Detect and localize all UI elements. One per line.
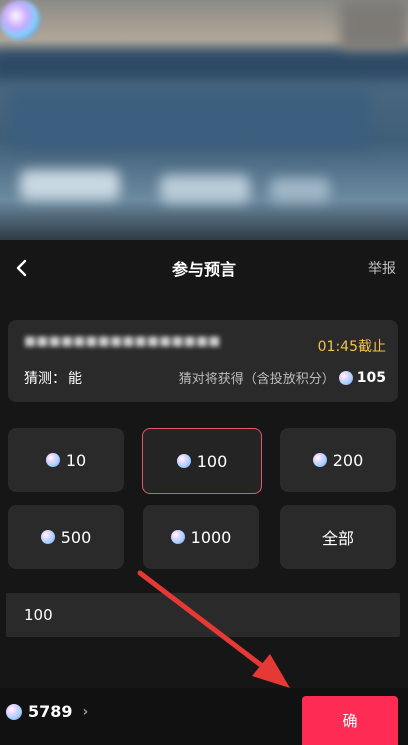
gem-icon: [338, 370, 353, 385]
gem-icon: [45, 453, 60, 467]
backdrop-light: [270, 178, 330, 202]
video-backdrop: [0, 0, 408, 240]
reward-label: 猜对将获得（含投放积分）: [178, 372, 335, 387]
stake-option-label: 100: [196, 451, 228, 471]
reward-info: 猜对将获得（含投放积分） 105: [178, 368, 386, 388]
stake-option-all[interactable]: 全部: [280, 505, 396, 569]
stake-option-200[interactable]: 200: [280, 428, 396, 492]
backdrop-light: [20, 170, 120, 200]
sheet-header: 参与预言 举报: [0, 240, 408, 296]
stake-option-label: 500: [60, 527, 92, 547]
guess-label: 猜测：: [24, 371, 66, 387]
stake-option-1000[interactable]: 1000: [143, 505, 259, 569]
confirm-button[interactable]: 确: [302, 696, 398, 745]
guess-value: 能: [68, 371, 82, 387]
backdrop-band: [0, 50, 408, 80]
gem-icon: [170, 530, 185, 544]
chevron-right-icon: ›: [82, 703, 89, 720]
report-button[interactable]: 举报: [368, 258, 396, 278]
stake-option-label: 200: [332, 450, 364, 470]
prediction-info-card: ■■■■■■■■■■■■■■■■ 01:45截止 猜测： 能 猜对将获得（含投放…: [8, 320, 398, 402]
confirm-label: 确: [342, 712, 358, 730]
stake-amount-input[interactable]: [6, 593, 400, 637]
deadline-text: 01:45截止: [317, 339, 386, 355]
stake-option-500[interactable]: 500: [8, 505, 124, 569]
page-title: 参与预言: [171, 260, 236, 279]
gem-icon: [40, 530, 55, 544]
reward-amount: 105: [356, 369, 386, 386]
avatar: [0, 0, 40, 40]
stake-option-label: 10: [65, 450, 87, 470]
bottom-bar: 5789 › 确: [0, 688, 408, 745]
balance-amount: 5789: [28, 702, 73, 721]
prediction-question-blurred: ■■■■■■■■■■■■■■■■: [24, 334, 221, 349]
backdrop-light: [160, 175, 250, 203]
backdrop-band: [10, 90, 370, 150]
backdrop-band: [340, 0, 408, 50]
gem-icon: [176, 454, 191, 468]
gem-icon: [6, 703, 22, 720]
stake-option-label: 全部: [321, 529, 354, 548]
prediction-sheet: 参与预言 举报 ■■■■■■■■■■■■■■■■ 01:45截止 猜测： 能 猜…: [0, 240, 408, 745]
gem-icon: [312, 453, 327, 467]
stake-option-label: 1000: [190, 527, 232, 547]
balance-button[interactable]: 5789 ›: [6, 702, 88, 721]
stake-option-100[interactable]: 100: [142, 428, 262, 494]
stake-option-10[interactable]: 10: [8, 428, 124, 492]
